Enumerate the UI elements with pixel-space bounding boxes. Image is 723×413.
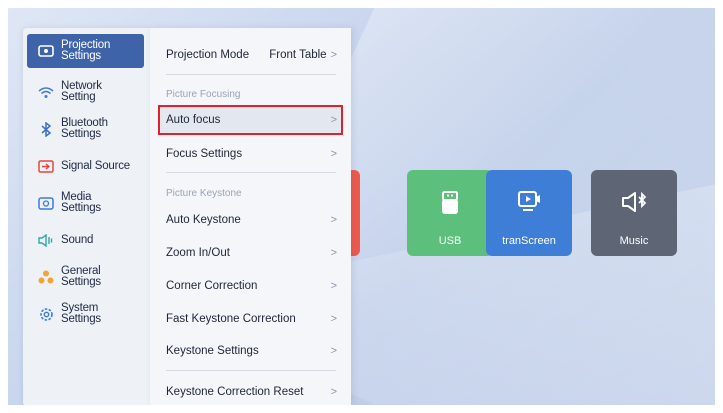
divider — [166, 74, 336, 75]
chevron-right-icon: > — [330, 247, 337, 259]
chevron-right-icon: > — [330, 280, 337, 292]
usb-tile[interactable]: USB — [407, 170, 493, 256]
auto-focus-row[interactable]: Auto focus > — [158, 105, 343, 135]
settings-sidebar: Projection Settings Network Setting Blueto… — [23, 28, 150, 405]
sidebar-label-line2: Settings — [61, 128, 101, 140]
sidebar-item-media-settings[interactable]: Media Settings — [27, 186, 144, 220]
keystone-settings-label: Keystone Settings — [166, 345, 259, 357]
sidebar-item-bluetooth-settings[interactable]: Bluetooth Settings — [27, 112, 144, 146]
section-picture-keystone: Picture Keystone — [166, 188, 242, 199]
sidebar-label-line2: Settings — [61, 276, 101, 288]
projection-mode-label: Projection Mode — [166, 49, 250, 61]
auto-keystone-row[interactable]: Auto Keystone > — [160, 207, 341, 233]
wifi-icon — [37, 85, 55, 99]
auto-focus-label: Auto focus — [166, 114, 221, 126]
home-screen: USB tranScreen Music Projection Settings… — [8, 8, 715, 405]
section-picture-focusing: Picture Focusing — [166, 89, 241, 100]
focus-settings-row[interactable]: Focus Settings > — [160, 141, 341, 167]
sidebar-label-line2: Setting — [61, 91, 96, 103]
system-gear-icon — [37, 307, 55, 321]
speaker-bluetooth-icon — [591, 190, 677, 214]
bluetooth-icon — [37, 121, 55, 137]
chevron-right-icon: > — [330, 386, 337, 398]
chevron-right-icon: > — [330, 313, 337, 325]
chevron-right-icon: > — [330, 345, 337, 357]
fast-keystone-row[interactable]: Fast Keystone Correction > — [160, 306, 341, 332]
sidebar-item-projection-settings[interactable]: Projection Settings — [27, 34, 144, 68]
transcreen-tile[interactable]: tranScreen — [486, 170, 572, 256]
zoom-label: Zoom In/Out — [166, 247, 230, 259]
usb-icon — [407, 190, 493, 216]
music-label: Music — [619, 235, 649, 247]
focus-settings-label: Focus Settings — [166, 148, 243, 160]
projector-icon — [37, 44, 55, 58]
general-icon — [37, 270, 55, 284]
sidebar-label-line2: Settings — [61, 50, 101, 62]
divider — [166, 172, 336, 173]
chevron-right-icon: > — [330, 214, 337, 226]
sidebar-label-line1: Signal Source — [61, 159, 130, 172]
sidebar-item-network-setting[interactable]: Network Setting — [27, 75, 144, 109]
music-tile[interactable]: Music — [591, 170, 677, 256]
sidebar-label-line2: Settings — [61, 202, 101, 214]
keystone-reset-label: Keystone Correction Reset — [166, 386, 304, 398]
chevron-right-icon: > — [330, 114, 337, 126]
corner-correction-row[interactable]: Corner Correction > — [160, 273, 341, 299]
sidebar-item-general-settings[interactable]: General Settings — [27, 260, 144, 294]
sidebar-label-line1: Sound — [61, 233, 94, 246]
screen-cast-icon — [486, 190, 572, 214]
corner-correction-label: Corner Correction — [166, 280, 258, 292]
auto-keystone-label: Auto Keystone — [166, 214, 241, 226]
sound-icon — [37, 233, 55, 247]
keystone-reset-row[interactable]: Keystone Correction Reset > — [160, 379, 341, 405]
signal-source-icon — [37, 159, 55, 173]
chevron-right-icon: > — [330, 148, 337, 160]
sidebar-item-sound[interactable]: Sound — [27, 223, 144, 257]
projection-mode-row[interactable]: Projection Mode Front Table > — [160, 42, 341, 68]
transcreen-label: tranScreen — [502, 235, 556, 247]
keystone-settings-row[interactable]: Keystone Settings > — [160, 338, 341, 364]
sidebar-item-system-settings[interactable]: System Settings — [27, 297, 144, 331]
sidebar-label-line2: Settings — [61, 313, 101, 325]
projection-mode-value: Front Table — [269, 49, 327, 61]
projection-settings-panel: Projection Mode Front Table > Picture Fo… — [150, 28, 351, 405]
zoom-row[interactable]: Zoom In/Out > — [160, 240, 341, 266]
sidebar-item-signal-source[interactable]: Signal Source — [27, 149, 144, 183]
usb-label: USB — [438, 235, 462, 247]
fast-keystone-label: Fast Keystone Correction — [166, 313, 296, 325]
media-icon — [37, 196, 55, 210]
divider — [166, 370, 336, 371]
chevron-right-icon: > — [330, 49, 337, 61]
